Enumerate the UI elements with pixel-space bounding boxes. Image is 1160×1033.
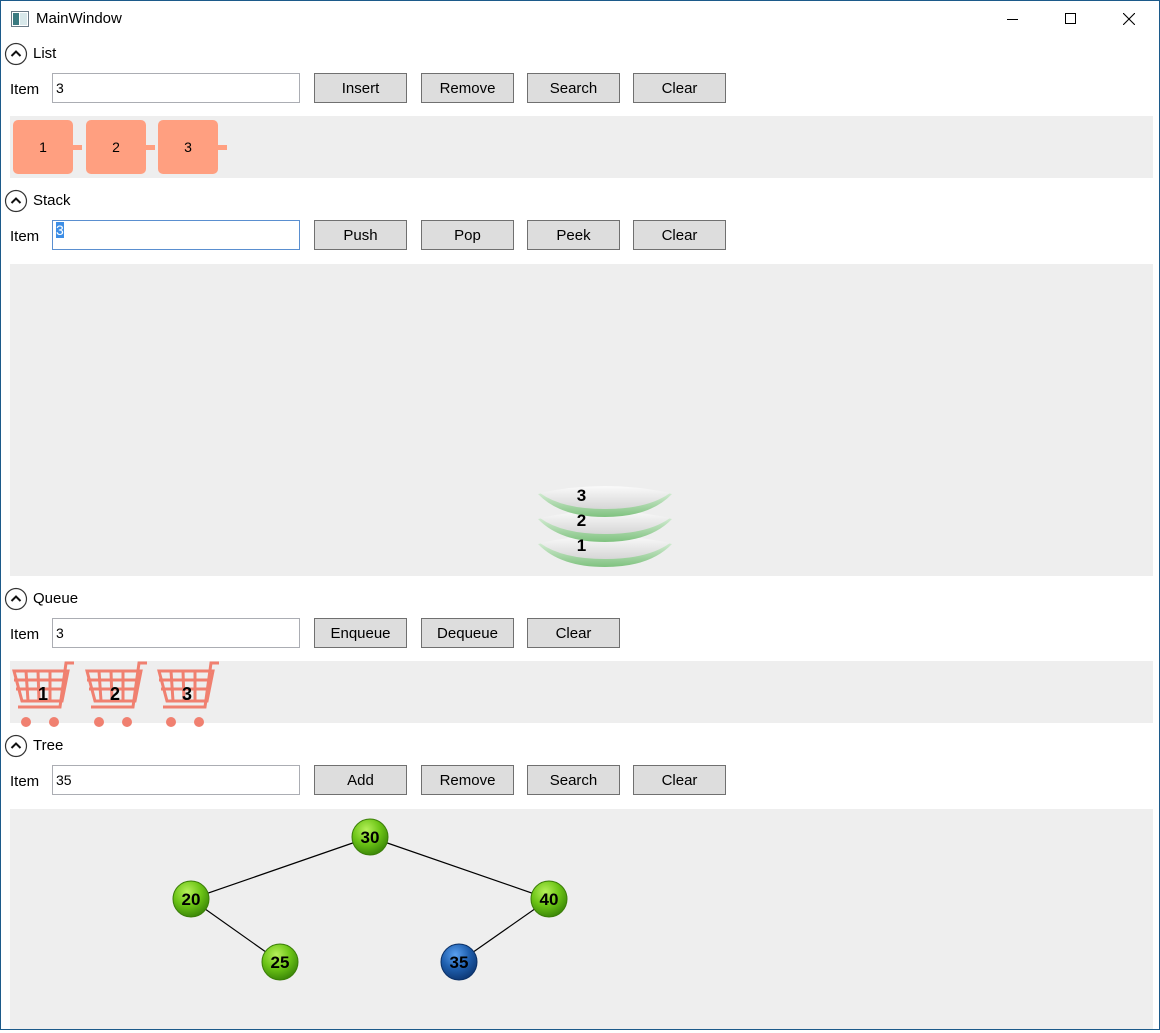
list-node: 3 [158,120,218,174]
tree-edge [369,836,550,900]
tree-clear-button[interactable]: Clear [633,765,726,795]
stack-peek-button[interactable]: Peek [527,220,620,250]
tree-node-label: 40 [540,890,559,909]
tree-graph: 30 20 40 25 35 [172,818,568,981]
title-bar: MainWindow [1,1,1159,37]
queue-item-label: Item [10,626,40,643]
stack-item-input-value: 3 [56,222,64,238]
maximize-icon [1065,13,1076,24]
tree-item-label: Item [10,773,40,790]
list-node-link [146,145,155,150]
plate-icon [538,486,672,517]
maximize-button[interactable] [1042,1,1100,37]
list-remove-button[interactable]: Remove [421,73,514,103]
stack-push-button[interactable]: Push [314,220,407,250]
list-insert-button[interactable]: Insert [314,73,407,103]
tree-node-label: 20 [182,890,201,909]
tree-node-label: 30 [361,828,380,847]
stack-item-label: Item [10,228,40,245]
tree-search-button[interactable]: Search [527,765,620,795]
minimize-button[interactable] [984,1,1042,37]
close-button[interactable] [1100,1,1158,37]
stack-canvas: 3 2 1 [10,264,1153,576]
list-canvas: 1 2 3 [10,116,1153,178]
minimize-icon [1007,19,1018,20]
stack-clear-button[interactable]: Clear [633,220,726,250]
queue-dequeue-button[interactable]: Dequeue [421,618,514,648]
tree-node: 40 [530,880,568,918]
stack-pop-button[interactable]: Pop [421,220,514,250]
chevron-up-circle-icon[interactable] [4,734,28,758]
queue-cart-label: 3 [182,684,193,704]
tree-header-label: Tree [33,737,64,754]
list-search-button[interactable]: Search [527,73,620,103]
tree-node: 20 [172,880,210,918]
queue-cart-label: 1 [38,684,49,704]
close-icon [1123,13,1135,25]
tree-remove-button[interactable]: Remove [421,765,514,795]
stack-header-label: Stack [33,192,71,209]
window-app-icon [11,11,29,27]
list-node-link [218,145,227,150]
main-window: MainWindow List Item Insert Remove Searc… [0,0,1160,1030]
tree-node-label: 35 [450,953,469,972]
tree-node: 25 [261,943,299,981]
tree-node-label: 25 [271,953,290,972]
queue-item-input[interactable] [52,618,300,648]
window-title: MainWindow [36,10,122,27]
queue-clear-button[interactable]: Clear [527,618,620,648]
tree-item-input[interactable] [52,765,300,795]
tree-node: 30 [351,818,389,856]
tree-add-button[interactable]: Add [314,765,407,795]
list-header-label: List [33,45,57,62]
list-item-input[interactable] [52,73,300,103]
chevron-up-circle-icon[interactable] [4,587,28,611]
tree-canvas: 30 20 40 25 35 [10,809,1153,1029]
queue-enqueue-button[interactable]: Enqueue [314,618,407,648]
queue-cart-label: 2 [110,684,121,704]
list-clear-button[interactable]: Clear [633,73,726,103]
tree-node: 35 [440,943,478,981]
chevron-up-circle-icon[interactable] [4,42,28,66]
tree-edge [190,836,371,900]
list-node: 1 [13,120,73,174]
plate-stack-graphic [538,486,672,567]
chevron-up-circle-icon[interactable] [4,189,28,213]
list-item-label: Item [10,81,40,98]
queue-canvas: 1 2 3 [10,661,1153,727]
queue-header-label: Queue [33,590,79,607]
list-node-link [73,145,82,150]
list-node: 2 [86,120,146,174]
stack-item-input[interactable]: 3 [52,220,300,250]
